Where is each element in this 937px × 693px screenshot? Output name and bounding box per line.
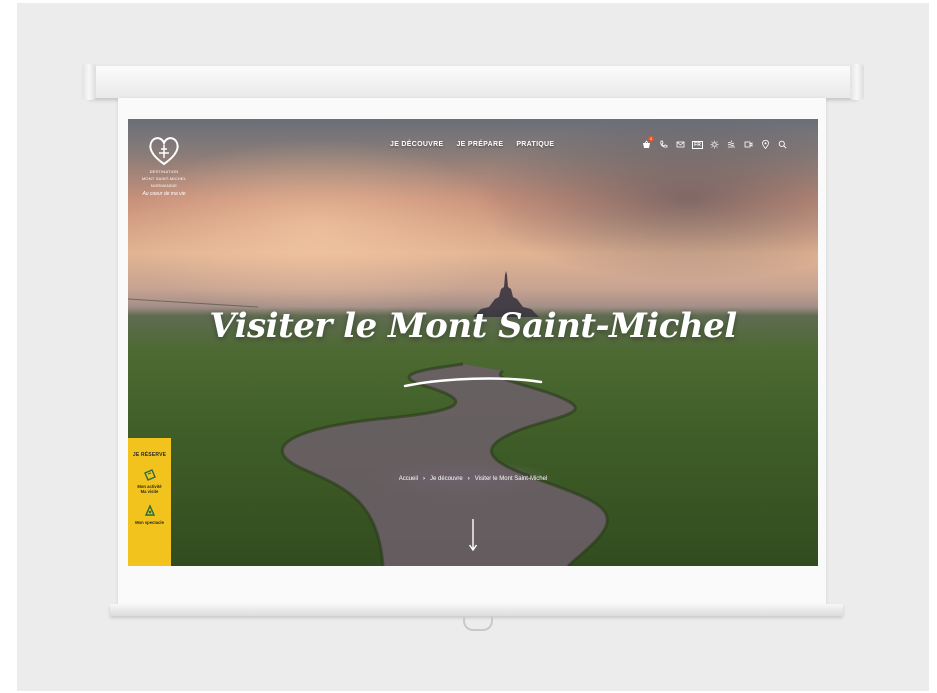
reserve-show-label: Mon spectacle xyxy=(135,520,164,525)
screen-pull-handle xyxy=(463,617,493,631)
housing-right-cap xyxy=(850,64,864,100)
website-hero: DESTINATION MONT SAINT-MICHEL NORMANDIE … xyxy=(128,119,818,566)
tide-icon[interactable] xyxy=(726,139,737,150)
breadcrumb: Accueil › Je découvre › Visiter le Mont Sain… xyxy=(128,476,818,482)
reserve-show-link[interactable]: Mon spectacle xyxy=(128,504,171,525)
site-logo[interactable]: DESTINATION MONT SAINT-MICHEL NORMANDIE … xyxy=(140,133,188,219)
webcam-icon[interactable] xyxy=(743,139,754,150)
nav-pratique[interactable]: PRATIQUE xyxy=(516,141,554,148)
breadcrumb-separator-icon: › xyxy=(423,476,426,482)
weather-sun-icon[interactable] xyxy=(709,139,720,150)
mail-icon[interactable] xyxy=(675,139,686,150)
housing-left-cap xyxy=(82,64,96,100)
logo-line-1: DESTINATION xyxy=(149,169,179,174)
show-icon xyxy=(144,504,155,516)
language-label: FR xyxy=(692,140,703,149)
main-navigation: JE DÉCOUVRE JE PRÉPARE PRATIQUE xyxy=(390,141,554,148)
breadcrumb-accueil[interactable]: Accueil xyxy=(399,476,418,482)
title-swash-decoration xyxy=(403,377,543,388)
search-icon[interactable] xyxy=(777,139,788,150)
logo-signature: Au coeur de ma vie xyxy=(142,191,186,197)
nav-je-prepare[interactable]: JE PRÉPARE xyxy=(456,141,503,148)
nav-je-decouvre[interactable]: JE DÉCOUVRE xyxy=(390,141,443,148)
breadcrumb-separator-icon: › xyxy=(467,476,470,482)
reserve-activity-link[interactable]: Mon activité Ma visite xyxy=(128,468,171,494)
screen-bottom-bar xyxy=(110,604,843,616)
basket-count-badge: 1 xyxy=(648,136,654,142)
hero-title: Visiter le Mont Saint-Michel xyxy=(209,306,737,346)
logo-line-3: NORMANDIE xyxy=(150,183,178,188)
language-fr-icon[interactable]: FR xyxy=(692,139,703,150)
scroll-down-arrow-icon[interactable] xyxy=(468,519,478,553)
logo-line-2: MONT SAINT-MICHEL xyxy=(141,176,187,181)
basket-icon[interactable]: 1 xyxy=(641,136,654,150)
reserve-heading: JE RÉSERVE xyxy=(132,452,167,458)
breadcrumb-je-decouvre[interactable]: Je découvre xyxy=(430,476,463,482)
header-icon-bar: 1 FR xyxy=(641,136,788,150)
heart-logo-icon xyxy=(149,137,179,166)
projector-screen-housing xyxy=(82,64,864,100)
reserve-panel: JE RÉSERVE Mon activité Ma visite Mon sp… xyxy=(128,438,171,566)
reserve-visit-label: Ma visite xyxy=(140,489,159,494)
breadcrumb-current: Visiter le Mont Saint-Michel xyxy=(474,476,548,482)
map-pin-icon[interactable] xyxy=(760,139,771,150)
phone-icon[interactable] xyxy=(658,139,669,150)
ticket-icon xyxy=(143,469,156,481)
